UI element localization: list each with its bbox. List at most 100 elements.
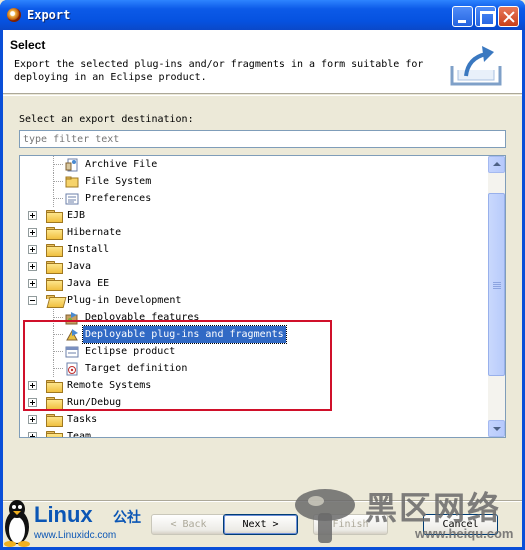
folder-icon (46, 227, 63, 240)
next-button[interactable]: Next > (223, 514, 298, 535)
heiqu-watermark: 黑区网络 www.heiqu.com (290, 483, 525, 550)
expand-toggle-icon[interactable] (28, 432, 37, 437)
tree-item[interactable]: Install (20, 241, 489, 258)
folder-icon (46, 261, 63, 274)
tree-scrollbar[interactable] (488, 156, 505, 437)
expand-toggle-icon[interactable] (28, 415, 37, 424)
expand-toggle-icon[interactable] (28, 262, 37, 271)
tree-item-label: Plug-in Development (67, 295, 182, 306)
tree-item-label: Team (67, 431, 92, 438)
folder-icon (46, 244, 63, 257)
tree-item-label: Archive File (85, 159, 158, 170)
page-description-line: Export the selected plug-ins and/or frag… (14, 59, 424, 70)
tree-connector (53, 198, 63, 199)
expand-toggle-icon[interactable] (28, 211, 37, 220)
tree-item-label: Target definition (85, 363, 188, 374)
tree-connector (53, 164, 63, 165)
banner-separator (3, 95, 522, 96)
heiqu-url-text: www.heiqu.com (415, 526, 514, 541)
wizard-banner: Select Export the selected plug-ins and/… (3, 30, 522, 94)
heiqu-brand-cn-text: 黑区网络 (365, 489, 502, 527)
tree-connector (53, 181, 63, 182)
expand-toggle-icon[interactable] (28, 398, 37, 407)
linux-brand-cn-text: 公社 (113, 510, 141, 526)
tree-item-label: Preferences (85, 193, 152, 204)
tree-item[interactable]: Run/Debug (20, 394, 489, 411)
minimize-button[interactable] (452, 6, 473, 27)
tree-connector (53, 156, 54, 173)
scroll-down-button[interactable] (488, 420, 505, 437)
tree-item[interactable]: Deployable plug-ins and fragments (20, 325, 489, 344)
tree-connector (53, 334, 63, 335)
scroll-thumb[interactable] (488, 193, 505, 376)
window-title: Export (27, 8, 71, 22)
tree-item-label: Hibernate (67, 227, 122, 238)
tree-connector (53, 360, 54, 377)
tree-item[interactable]: Hibernate (20, 224, 489, 241)
export-window: Export Select Export the selected plug-i… (0, 0, 525, 550)
folder-icon (46, 380, 63, 393)
tree-item[interactable]: Team (20, 428, 489, 438)
destination-label: Select an export destination: (19, 114, 194, 125)
tree-item-label: EJB (67, 210, 86, 221)
tree-item[interactable]: Target definition (20, 360, 489, 377)
tree-item-label: Tasks (67, 414, 98, 425)
tree-connector (53, 173, 54, 190)
tree-item[interactable]: EJB (20, 207, 489, 224)
tree-item-label: Deployable plug-ins and fragments (82, 325, 287, 344)
close-button[interactable] (498, 6, 519, 27)
tree-item-label: File System (85, 176, 152, 187)
heiqu-logo-icon (295, 489, 355, 543)
linux-url-text: www.Linuxidc.com (34, 530, 117, 541)
tree-connector (53, 368, 63, 369)
folder-icon (46, 414, 63, 427)
folder-icon (46, 431, 63, 437)
tree-connector (53, 326, 54, 343)
expand-toggle-icon[interactable] (28, 279, 37, 288)
export-destination-tree[interactable]: Team Tasks Run/Debug Remote Systems Target d… (19, 155, 506, 438)
tree-connector (53, 190, 54, 207)
linux-watermark: Linux 公社 www.Linuxidc.com (0, 497, 200, 550)
tree-item-label: Java (67, 261, 92, 272)
collapse-toggle-icon[interactable] (28, 296, 37, 305)
tree-item-label: Deployable features (85, 312, 200, 323)
dialog-client: Select Export the selected plug-ins and/… (3, 30, 522, 547)
scroll-up-button[interactable] (488, 156, 505, 173)
tree-item[interactable]: Archive File (20, 156, 489, 173)
tree-item-label: Run/Debug (67, 397, 122, 408)
page-title: Select (10, 38, 46, 52)
tree-item-label: Java EE (67, 278, 110, 289)
tree-item[interactable]: Deployable features (20, 309, 489, 326)
tree-item-label: Remote Systems (67, 380, 152, 391)
page-description: Export the selected plug-ins and/or frag… (14, 58, 434, 84)
page-description-line: deploying in an Eclipse product. (14, 72, 207, 83)
expand-toggle-icon[interactable] (28, 381, 37, 390)
tree-item[interactable]: File System (20, 173, 489, 190)
tree-connector (53, 309, 54, 326)
linux-brand-text: Linux (34, 502, 93, 527)
folder-open-icon (46, 295, 62, 307)
tree-item[interactable]: Eclipse product (20, 343, 489, 360)
maximize-button[interactable] (475, 6, 496, 27)
tux-penguin-icon (4, 500, 30, 547)
tree-item[interactable]: Remote Systems (20, 377, 489, 394)
tree-item-label: Install (67, 244, 110, 255)
expand-toggle-icon[interactable] (28, 245, 37, 254)
eclipse-icon (7, 8, 21, 22)
export-wizard-icon (450, 46, 502, 86)
folder-icon (46, 397, 63, 410)
tree-item[interactable]: Tasks (20, 411, 489, 428)
tree-item[interactable]: Java EE (20, 275, 489, 292)
filter-input[interactable] (19, 130, 506, 148)
tree-item-label: Eclipse product (85, 346, 176, 357)
tree-connector (53, 343, 54, 360)
title-bar[interactable]: Export (0, 0, 525, 30)
tree-item[interactable]: Preferences (20, 190, 489, 207)
tree-item[interactable]: Plug-in Development (20, 292, 489, 309)
folder-icon (46, 278, 63, 291)
tree-connector (53, 351, 63, 352)
tree-connector (53, 317, 63, 318)
expand-toggle-icon[interactable] (28, 228, 37, 237)
folder-icon (46, 210, 63, 223)
tree-item[interactable]: Java (20, 258, 489, 275)
